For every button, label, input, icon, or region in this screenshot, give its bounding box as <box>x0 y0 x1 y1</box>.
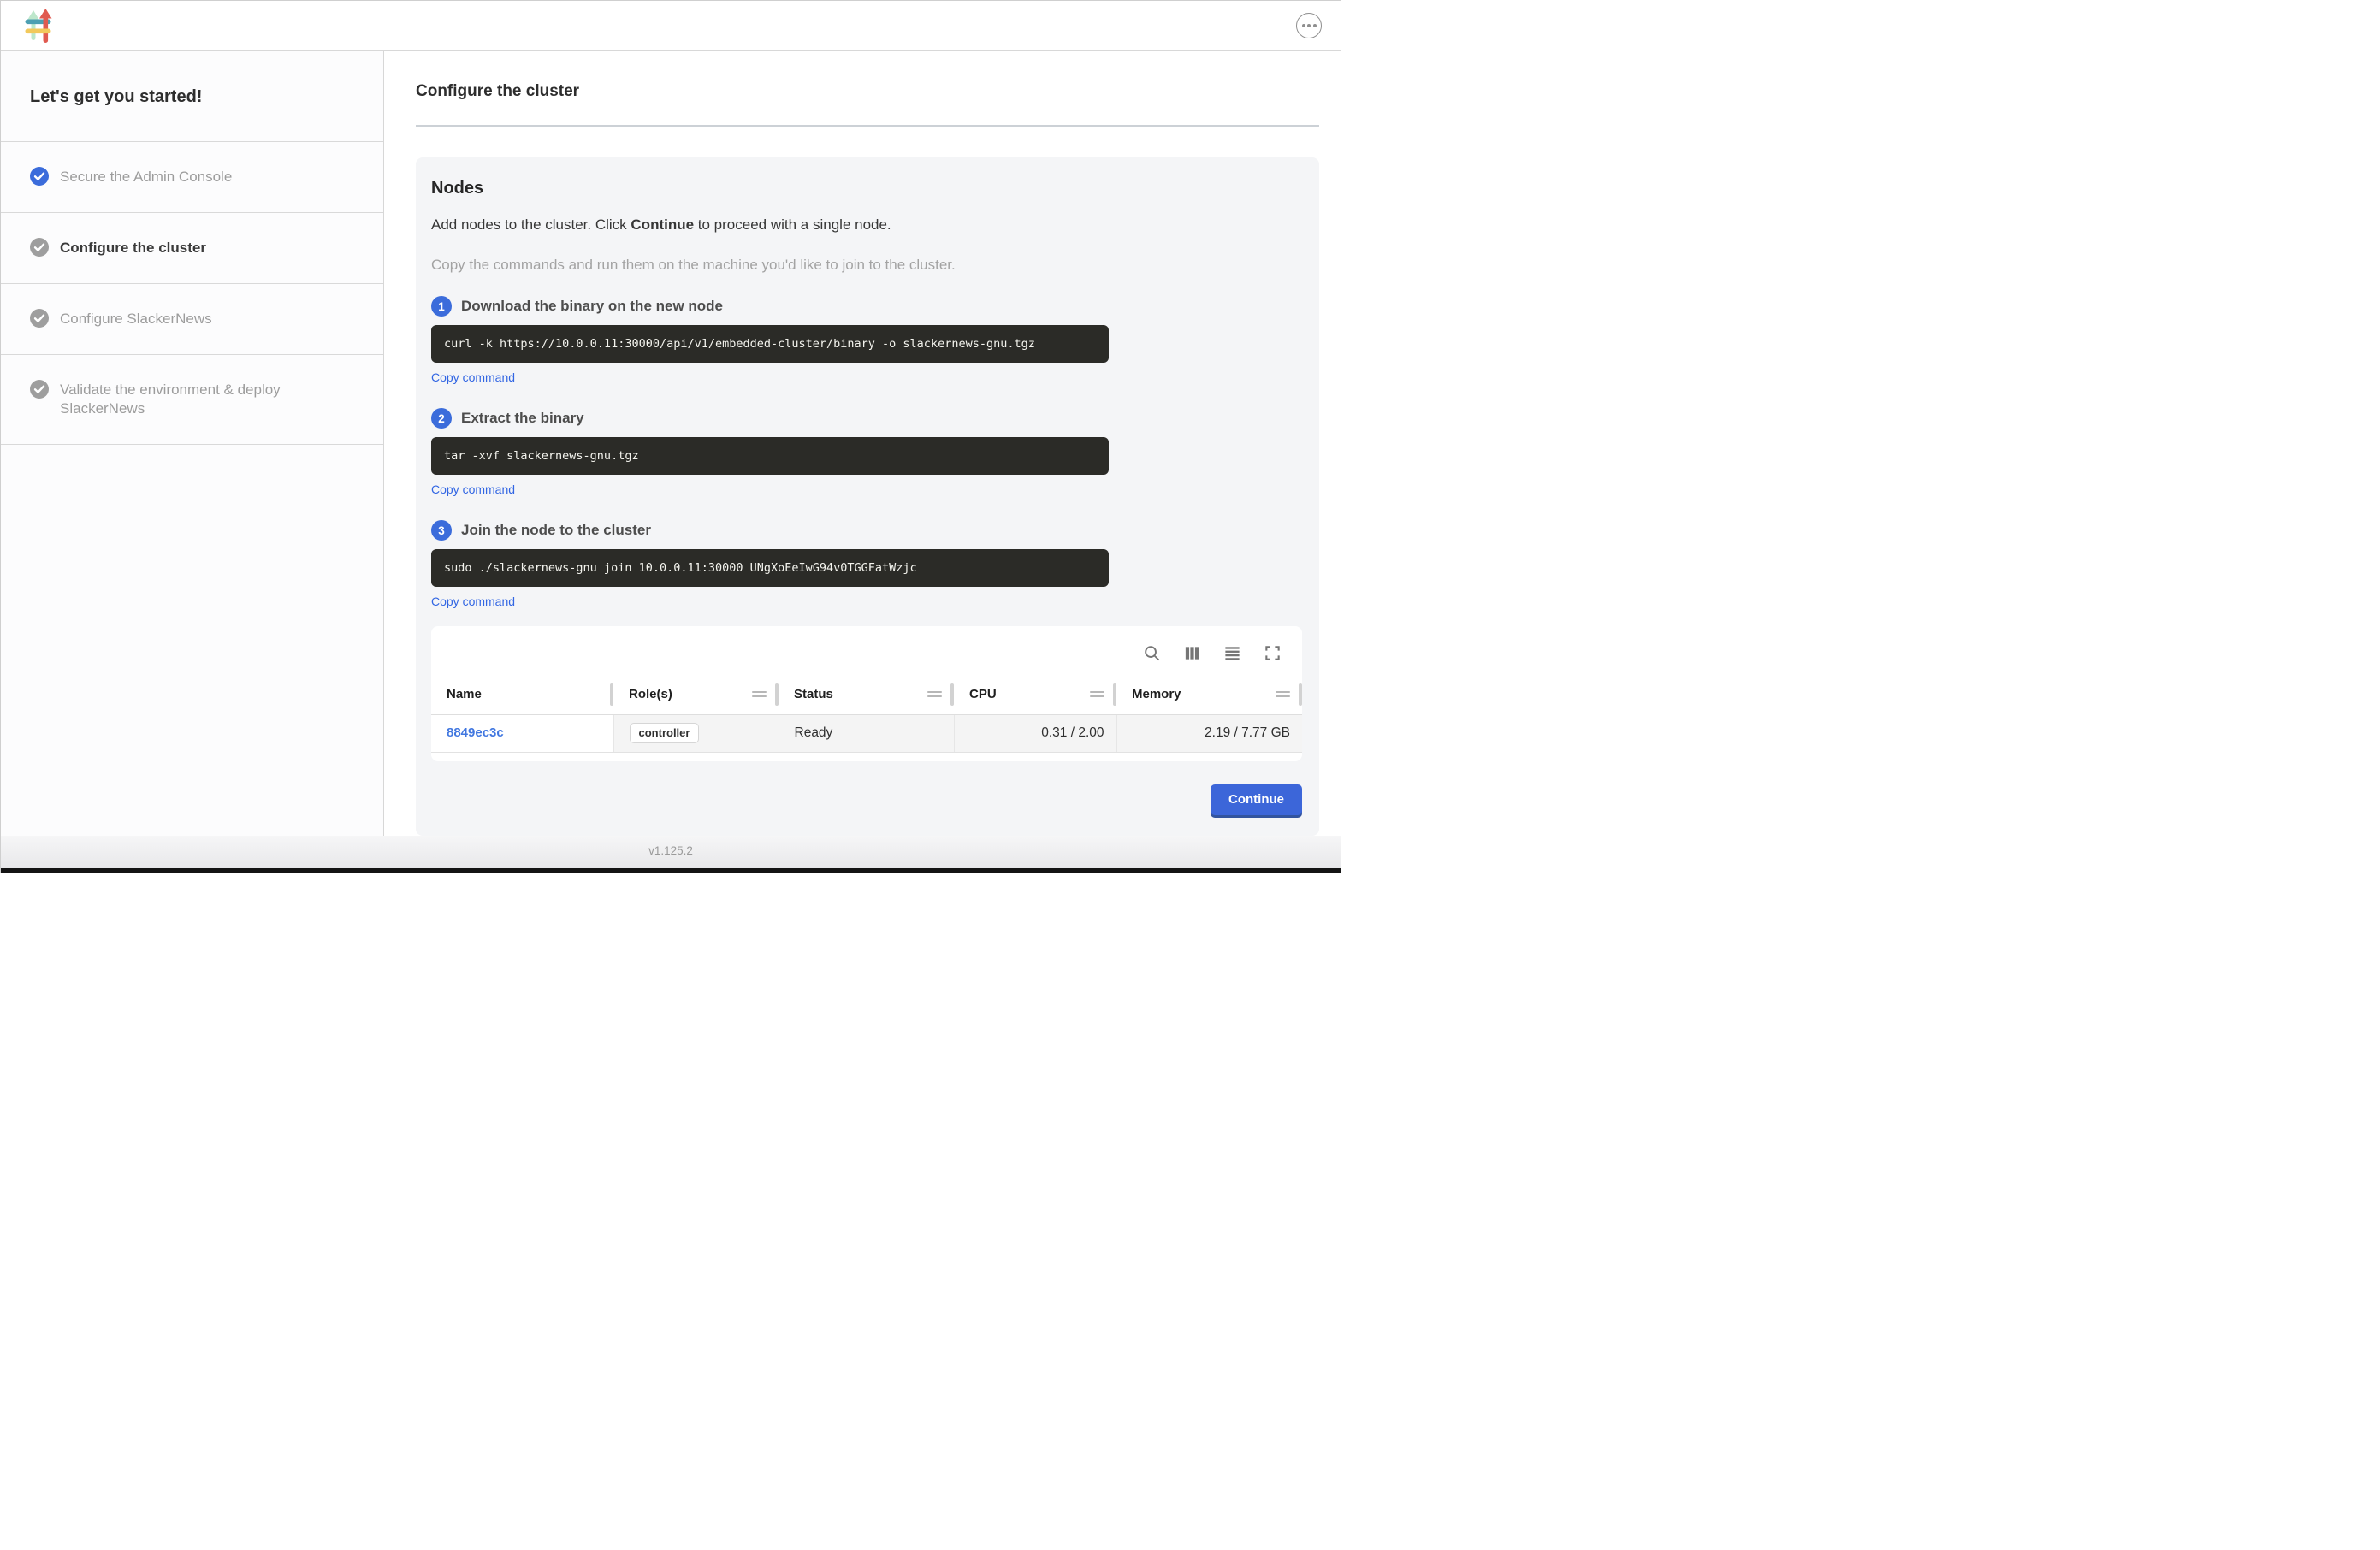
node-memory-cell: 2.19 / 7.77 GB <box>1116 714 1302 752</box>
slackernews-logo <box>25 8 59 44</box>
step-title: Join the node to the cluster <box>461 522 651 539</box>
setup-sidebar: Let's get you started! Secure the Admin … <box>1 51 384 836</box>
step-title: Extract the binary <box>461 410 584 427</box>
nodes-table-card: Name Role(s) Status <box>431 626 1302 761</box>
node-status-cell: Ready <box>779 714 954 752</box>
sidebar-step-label: Secure the Admin Console <box>60 168 232 186</box>
column-drag-icon[interactable] <box>927 691 942 698</box>
join-instruction: Copy the commands and run them on the ma… <box>431 257 1302 274</box>
nodes-card-title: Nodes <box>431 179 1302 198</box>
column-label: Status <box>794 687 833 701</box>
node-name-cell: 8849ec3c <box>431 714 613 752</box>
bottom-edge-bar <box>1 868 1341 873</box>
step-number-badge: 3 <box>431 520 452 541</box>
sidebar-step-label: Configure the cluster <box>60 239 206 257</box>
column-drag-icon[interactable] <box>1090 691 1104 698</box>
node-roles-cell: controller <box>613 714 779 752</box>
column-label: CPU <box>969 687 997 701</box>
join-step-2: 2 Extract the binary tar -xvf slackernew… <box>431 408 1302 498</box>
table-toolbar <box>431 626 1302 675</box>
node-name-link[interactable]: 8849ec3c <box>447 725 504 740</box>
copy-command-link[interactable]: Copy command <box>431 482 515 496</box>
column-header-status[interactable]: Status <box>779 675 954 714</box>
nodes-description-suffix: to proceed with a single node. <box>694 216 891 233</box>
column-header-memory[interactable]: Memory <box>1116 675 1302 714</box>
sidebar-step-configure-cluster: Configure the cluster <box>1 213 383 284</box>
step-title: Download the binary on the new node <box>461 298 723 315</box>
node-table-row: 8849ec3c controller Ready 0.31 / 2.00 2.… <box>431 714 1302 752</box>
copy-command-link[interactable]: Copy command <box>431 595 515 608</box>
nodes-description-prefix: Add nodes to the cluster. Click <box>431 216 631 233</box>
top-header <box>1 1 1341 51</box>
check-pending-icon <box>30 380 49 399</box>
sidebar-step-secure-admin-console: Secure the Admin Console <box>1 142 383 213</box>
column-label: Memory <box>1132 687 1181 701</box>
sidebar-step-configure-slackernews: Configure SlackerNews <box>1 284 383 355</box>
column-label: Role(s) <box>629 687 672 701</box>
fullscreen-icon[interactable] <box>1264 644 1282 662</box>
step-number-badge: 2 <box>431 408 452 429</box>
version-label: v1.125.2 <box>648 844 693 857</box>
continue-button[interactable]: Continue <box>1211 784 1302 815</box>
sidebar-step-label: Validate the environment & deploy Slacke… <box>60 381 336 418</box>
table-header-row: Name Role(s) Status <box>431 675 1302 714</box>
ellipsis-dot <box>1302 24 1305 27</box>
show-columns-icon[interactable] <box>1183 644 1201 662</box>
title-divider <box>416 125 1319 127</box>
main-content: Configure the cluster Nodes Add nodes to… <box>384 51 1341 836</box>
column-label: Name <box>447 687 482 701</box>
node-cpu-cell: 0.31 / 2.00 <box>954 714 1116 752</box>
check-pending-icon <box>30 238 49 257</box>
copy-command-link[interactable]: Copy command <box>431 370 515 384</box>
command-code-block: tar -xvf slackernews-gnu.tgz <box>431 437 1109 475</box>
check-complete-icon <box>30 167 49 186</box>
nodes-table: Name Role(s) Status <box>431 675 1302 753</box>
nodes-description-bold: Continue <box>631 216 694 233</box>
column-header-name[interactable]: Name <box>431 675 613 714</box>
check-pending-icon <box>30 309 49 328</box>
footer: v1.125.2 <box>1 836 1341 873</box>
ellipsis-menu-button[interactable] <box>1296 13 1322 38</box>
role-chip: controller <box>630 723 700 743</box>
search-icon[interactable] <box>1143 644 1161 662</box>
column-header-cpu[interactable]: CPU <box>954 675 1116 714</box>
sidebar-step-label: Configure SlackerNews <box>60 310 212 328</box>
column-header-roles[interactable]: Role(s) <box>613 675 779 714</box>
column-drag-icon[interactable] <box>752 691 767 698</box>
column-resize-handle[interactable] <box>1299 683 1302 706</box>
nodes-card: Nodes Add nodes to the cluster. Click Co… <box>416 157 1319 836</box>
page-title: Configure the cluster <box>416 82 1319 101</box>
join-step-1: 1 Download the binary on the new node cu… <box>431 296 1302 386</box>
command-code-block: curl -k https://10.0.0.11:30000/api/v1/e… <box>431 325 1109 363</box>
nodes-description: Add nodes to the cluster. Click Continue… <box>431 216 1302 234</box>
step-number-badge: 1 <box>431 296 452 317</box>
row-density-icon[interactable] <box>1223 644 1241 662</box>
join-step-3: 3 Join the node to the cluster sudo ./sl… <box>431 520 1302 610</box>
sidebar-step-validate-deploy: Validate the environment & deploy Slacke… <box>1 355 383 445</box>
sidebar-title: Let's get you started! <box>1 51 383 142</box>
column-drag-icon[interactable] <box>1276 691 1290 698</box>
command-code-block: sudo ./slackernews-gnu join 10.0.0.11:30… <box>431 549 1109 587</box>
